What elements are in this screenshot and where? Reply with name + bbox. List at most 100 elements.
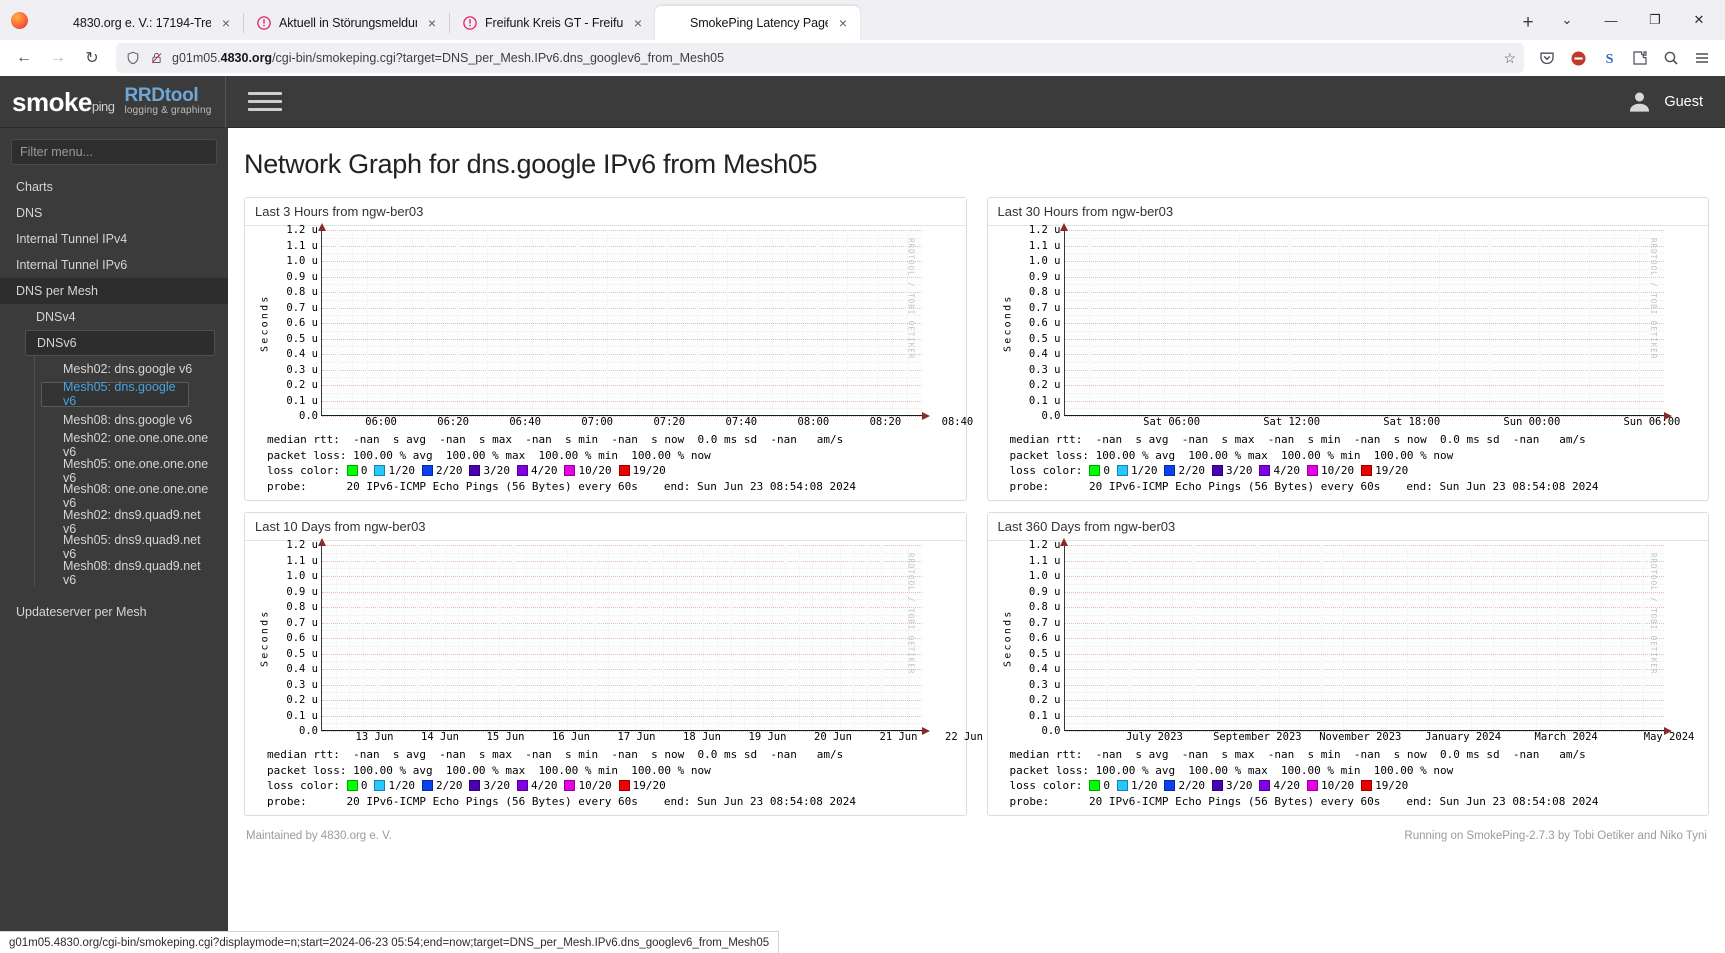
y-tick-label: 0.2 u bbox=[286, 379, 318, 391]
x-tick-label: January 2024 bbox=[1425, 731, 1502, 743]
smokeping-logo[interactable]: smokeping RRDtool logging & graphing bbox=[0, 86, 211, 116]
median-rtt-label: median rtt: bbox=[1009, 748, 1083, 761]
list-all-tabs-button[interactable]: ⌄ bbox=[1545, 0, 1589, 40]
y-tick-label: 0.3 u bbox=[1028, 363, 1061, 376]
rrd-graph[interactable]: Seconds 1.2 u 1.1 u 1.0 u 0.9 u 0.8 u 0.7 u 0.6… bbox=[988, 223, 1709, 421]
sidebar-item-label: DNS per Mesh bbox=[16, 284, 98, 298]
sidebar-item-updateserver-per-mesh[interactable]: Updateserver per Mesh bbox=[11, 599, 217, 625]
stat-row-packet-loss: packet loss: 100.00 % avg 100.00 % max 1… bbox=[1010, 448, 1709, 464]
sync-icon[interactable]: S bbox=[1594, 43, 1624, 73]
grid-line-vertical-minor bbox=[512, 545, 514, 730]
grid-line-vertical-minor bbox=[1264, 230, 1266, 415]
sidebar-navigation: Filter menu... Charts DNS Internal Tunnel … bbox=[0, 128, 228, 953]
adblock-icon[interactable] bbox=[1563, 43, 1593, 73]
rrd-graph[interactable]: Seconds 1.2 u 1.1 u 1.0 u 0.9 u 0.8 u 0.7 u 0.6… bbox=[245, 538, 966, 736]
sidebar-item-mesh08-one-one-one-one-v6[interactable]: Mesh08: one.one.one.one v6 bbox=[35, 482, 217, 510]
median-rtt-sd: 0.0 ms sd bbox=[1426, 433, 1500, 446]
loss-color-label-title: loss color: bbox=[267, 464, 340, 477]
sidebar-item-label: Mesh08: dns9.quad9.net v6 bbox=[63, 558, 201, 587]
plot-area[interactable]: RRDTOOL / TOBI OETIKER bbox=[317, 538, 930, 735]
packet-loss-max: 100.00 % max bbox=[432, 763, 526, 777]
footer-maintainer: Maintained by 4830.org e. V. bbox=[246, 830, 392, 842]
hamburger-icon[interactable] bbox=[248, 92, 283, 111]
extensions-puzzle-icon[interactable] bbox=[1625, 43, 1655, 73]
median-rtt-avg: -nan s avg bbox=[339, 748, 426, 761]
bookmark-star-icon[interactable]: ☆ bbox=[1496, 50, 1516, 67]
search-icon[interactable] bbox=[1656, 43, 1686, 73]
close-tab-icon[interactable]: × bbox=[424, 16, 440, 30]
address-bar[interactable]: g01m05.4830.org/cgi-bin/smokeping.cgi?ta… bbox=[116, 43, 1524, 73]
loss-color-swatch bbox=[421, 465, 433, 477]
grid-line-vertical-minor bbox=[1599, 545, 1601, 730]
plot-area[interactable]: RRDTOOL / TOBI OETIKER bbox=[317, 223, 930, 420]
filter-menu-input[interactable]: Filter menu... bbox=[11, 139, 217, 165]
sidebar-item-mesh08-dns-google-v6[interactable]: Mesh08: dns.google v6 bbox=[35, 407, 217, 433]
user-area[interactable]: Guest bbox=[1624, 87, 1725, 117]
close-window-button[interactable]: ✕ bbox=[1677, 0, 1721, 40]
sidebar-item-mesh08-dns9-quad9-net-v6[interactable]: Mesh08: dns9.quad9.net v6 bbox=[35, 558, 217, 587]
y-tick-label: 0.7 u bbox=[286, 301, 318, 314]
plot-area[interactable]: RRDTOOL / TOBI OETIKER bbox=[1060, 538, 1672, 735]
packet-loss-max: 100.00 % max bbox=[1175, 763, 1268, 777]
sidebar-item-mesh02-dns9-quad9-net-v6[interactable]: Mesh02: dns9.quad9.net v6 bbox=[35, 508, 217, 536]
grid-line-vertical-minor bbox=[1385, 545, 1387, 730]
grid-line-vertical-minor bbox=[417, 545, 419, 730]
rrd-graph[interactable]: Seconds 1.2 u 1.1 u 1.0 u 0.9 u 0.8 u 0.7 u 0.6… bbox=[988, 538, 1709, 736]
maximize-button[interactable]: ❐ bbox=[1633, 0, 1677, 40]
packet-loss-label: packet loss: bbox=[267, 448, 347, 462]
sidebar-item-internal-tunnel-ipv4[interactable]: Internal Tunnel IPv4 bbox=[11, 226, 217, 252]
grid-line-vertical-minor bbox=[726, 230, 728, 415]
sidebar-item-mesh02-one-one-one-one-v6[interactable]: Mesh02: one.one.one.one v6 bbox=[35, 431, 217, 459]
sidebar-item-mesh02-dns-google-v6[interactable]: Mesh02: dns.google v6 bbox=[35, 356, 217, 382]
grid-line-vertical-minor bbox=[676, 545, 678, 730]
rrd-graph[interactable]: Seconds 1.2 u 1.1 u 1.0 u 0.9 u 0.8 u 0.7 u 0.6… bbox=[245, 223, 966, 421]
grid-line-vertical-minor bbox=[1564, 230, 1566, 415]
grid-line-vertical-minor bbox=[471, 545, 473, 730]
close-tab-icon[interactable]: × bbox=[218, 16, 234, 30]
graph-card: Last 3 Hours from ngw-ber03 Seconds 1.2 u1… bbox=[244, 197, 973, 501]
packet-loss-now: 100.00 % now bbox=[618, 763, 711, 777]
median-rtt-now: -nan s now bbox=[598, 433, 685, 446]
tracking-protection-shield-icon[interactable] bbox=[124, 50, 141, 67]
reload-button[interactable]: ↻ bbox=[76, 43, 108, 73]
sidebar-item-dnsv6[interactable]: DNSv6 bbox=[25, 330, 215, 356]
grid-line-vertical-minor bbox=[403, 545, 405, 730]
close-tab-icon[interactable]: × bbox=[630, 16, 646, 30]
app-menu-icon[interactable] bbox=[1687, 43, 1717, 73]
sidebar-item-mesh05-dns9-quad9-net-v6[interactable]: Mesh05: dns9.quad9.net v6 bbox=[35, 533, 217, 561]
back-button[interactable]: ← bbox=[8, 43, 40, 73]
smokeping-header: smokeping RRDtool logging & graphing Gue… bbox=[0, 76, 1725, 128]
browser-tab[interactable]: 4830.org e. V.: 17194-Tressow-3fb2 × bbox=[38, 6, 243, 40]
sidebar-item-mesh05-dns-google-v6[interactable]: Mesh05: dns.google v6 bbox=[41, 380, 189, 408]
loss-color-label: 19/20 bbox=[1375, 779, 1409, 792]
sidebar-item-mesh05-one-one-one-one-v6[interactable]: Mesh05: one.one.one.one v6 bbox=[35, 457, 217, 485]
browser-tab[interactable]: Aktuell in Störungsmeldungen × bbox=[244, 6, 449, 40]
browser-window: 4830.org e. V.: 17194-Tressow-3fb2×Aktue… bbox=[0, 0, 1725, 953]
forward-button[interactable]: → bbox=[42, 43, 74, 73]
grid-line-vertical-minor bbox=[1089, 230, 1091, 415]
sidebar-item-dns-per-mesh[interactable]: DNS per Mesh bbox=[0, 278, 228, 304]
stat-row-probe: probe: 20 IPv6-ICMP Echo Pings (56 Bytes… bbox=[1010, 794, 1709, 810]
grid-line-vertical-minor bbox=[1139, 230, 1141, 415]
y-tick-label: 0.2 u bbox=[1028, 379, 1061, 391]
close-tab-icon[interactable]: × bbox=[835, 16, 851, 30]
connection-not-secure-icon[interactable] bbox=[148, 50, 165, 67]
x-tick-label: Sun 06:00 bbox=[1623, 416, 1681, 428]
browser-tab[interactable]: SmokePing Latency Page for Netw × bbox=[655, 6, 860, 40]
new-tab-button[interactable]: + bbox=[1511, 6, 1545, 40]
browser-tab[interactable]: Freifunk Kreis GT - Freifunk Krei × bbox=[450, 6, 655, 40]
minimize-button[interactable]: — bbox=[1589, 0, 1633, 40]
sidebar-item-internal-tunnel-ipv6[interactable]: Internal Tunnel IPv6 bbox=[11, 252, 217, 278]
sidebar-item-dns[interactable]: DNS bbox=[11, 200, 217, 226]
grid-line-vertical-minor bbox=[1578, 545, 1580, 730]
sidebar-item-charts[interactable]: Charts bbox=[11, 174, 217, 200]
pocket-icon[interactable] bbox=[1532, 43, 1562, 73]
median-rtt-am: -nan am/s bbox=[757, 433, 844, 446]
y-tick-label: 0.2 u bbox=[1028, 694, 1061, 706]
y-axis-label: Seconds bbox=[259, 609, 271, 667]
sidebar-item-dnsv4[interactable]: DNSv4 bbox=[16, 304, 217, 330]
plot-area[interactable]: RRDTOOL / TOBI OETIKER bbox=[1060, 223, 1672, 420]
y-tick-label: 0.9 u bbox=[286, 585, 318, 598]
grid-line-vertical-minor bbox=[580, 545, 582, 730]
window-controls: ⌄ — ❐ ✕ bbox=[1545, 0, 1725, 40]
